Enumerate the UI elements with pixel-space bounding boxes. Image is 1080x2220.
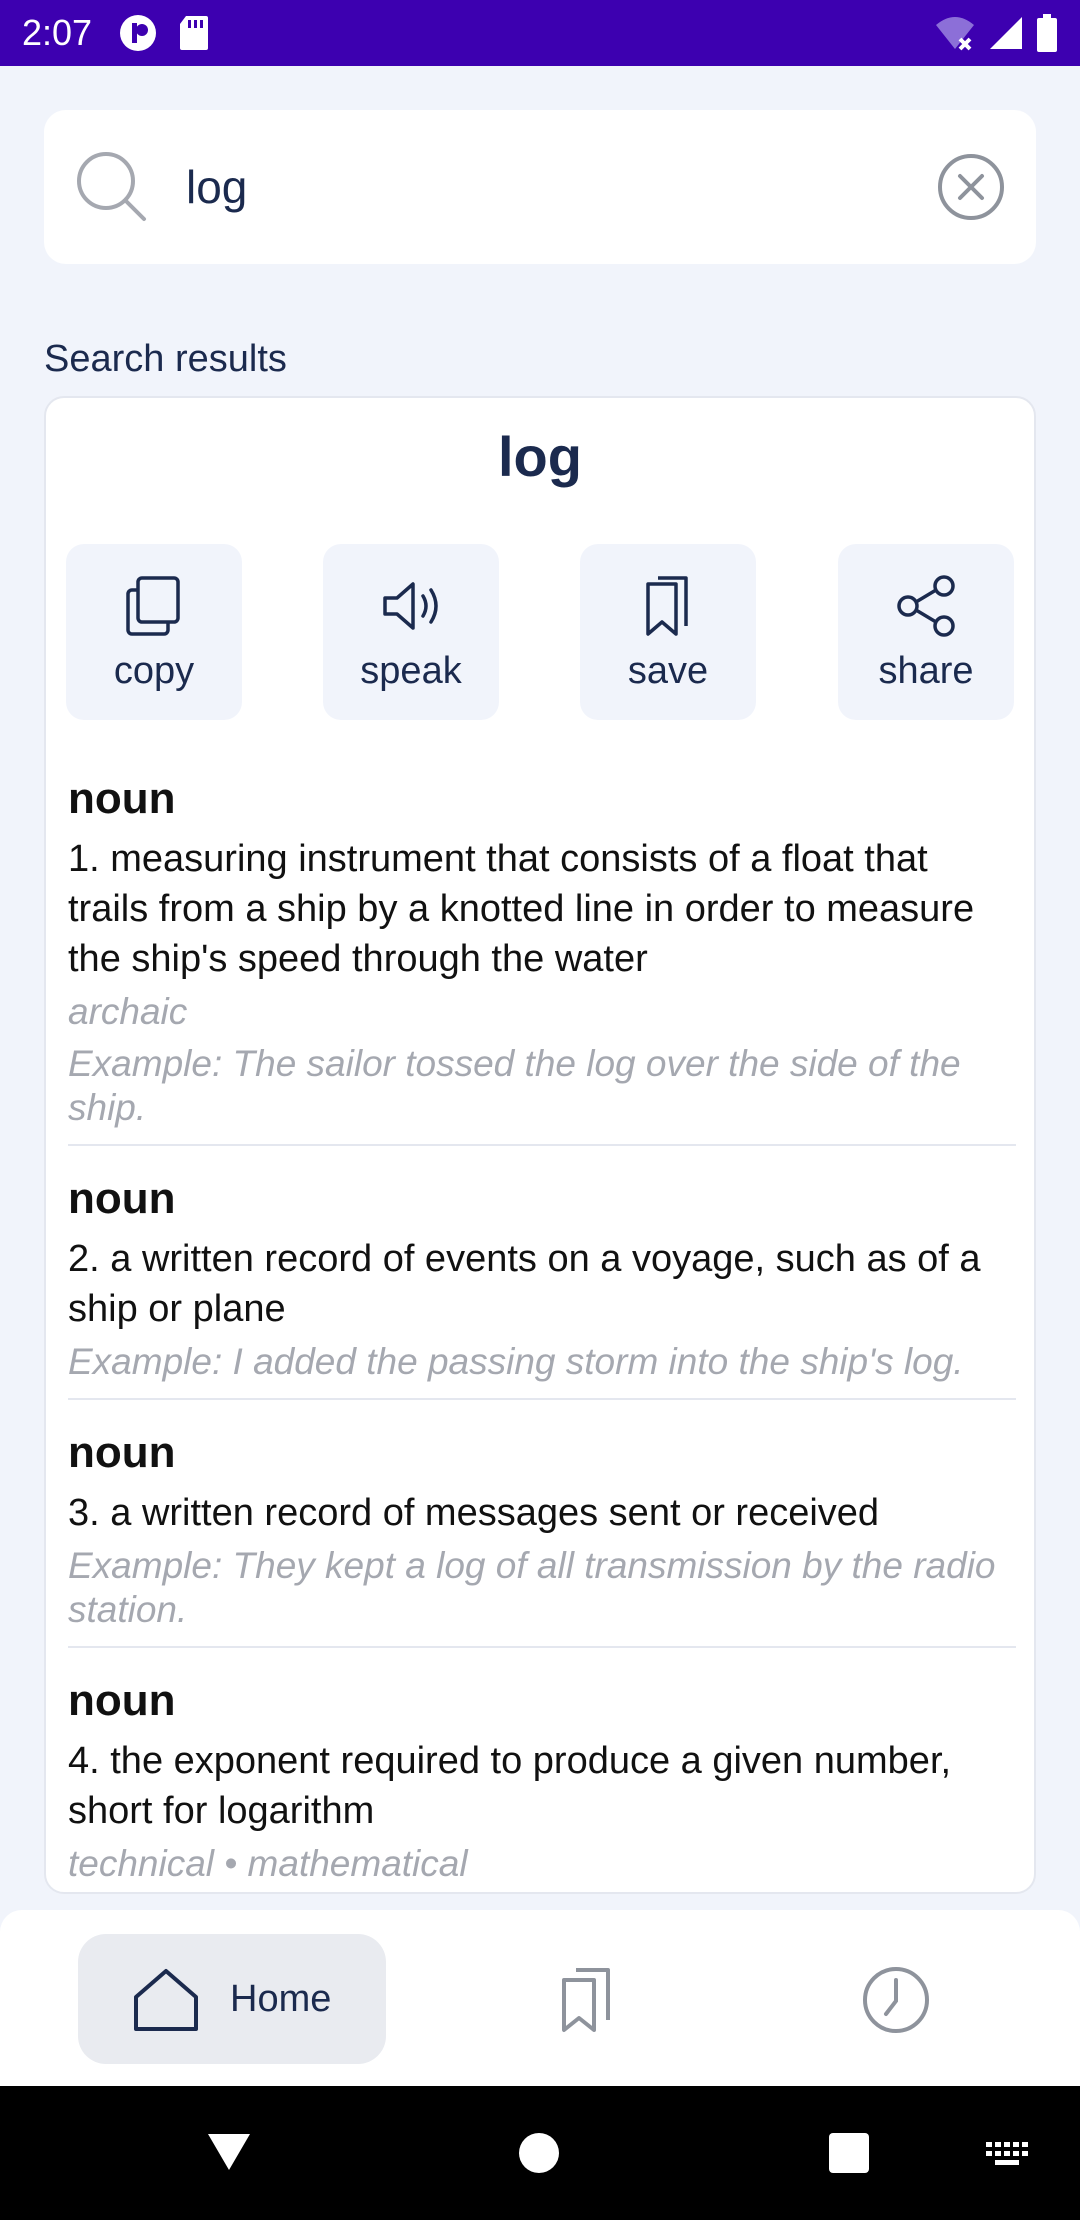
definitions-list: noun 1. measuring instrument that consis… bbox=[68, 772, 1016, 1892]
history-icon[interactable] bbox=[860, 1964, 932, 2036]
definition-text: 2. a written record of events on a voyag… bbox=[68, 1238, 981, 1330]
search-results-heading: Search results bbox=[44, 338, 287, 380]
recents-icon[interactable] bbox=[828, 2132, 870, 2174]
nav-home-tab[interactable]: Home bbox=[78, 1934, 386, 2064]
battery-icon bbox=[1037, 14, 1057, 52]
search-bar[interactable]: log bbox=[44, 110, 1036, 264]
example-text: Example: The sailor tossed the log over … bbox=[68, 1043, 961, 1128]
share-label: share bbox=[878, 649, 974, 692]
home-icon bbox=[134, 1969, 198, 2031]
definition-item: noun 4. the exponent required to produce… bbox=[68, 1674, 1016, 1892]
part-of-speech: noun bbox=[68, 1428, 176, 1477]
definition-text: 4. the exponent required to produce a gi… bbox=[68, 1740, 952, 1832]
definition-text: 1. measuring instrument that consists of… bbox=[68, 838, 975, 980]
bookmark-icon bbox=[646, 575, 688, 636]
part-of-speech: noun bbox=[68, 1676, 176, 1725]
part-of-speech: noun bbox=[68, 1174, 176, 1223]
search-icon bbox=[77, 152, 146, 221]
copy-button[interactable]: copy bbox=[66, 544, 242, 720]
copy-label: copy bbox=[113, 649, 195, 692]
clear-search-icon[interactable] bbox=[936, 152, 1006, 222]
result-word: log bbox=[498, 425, 582, 488]
keyboard-icon[interactable] bbox=[984, 2140, 1030, 2168]
example-text: Example: They kept a log of all transmis… bbox=[68, 1545, 996, 1630]
speak-label: speak bbox=[360, 649, 462, 692]
search-input[interactable]: log bbox=[186, 160, 936, 214]
home-button-icon[interactable] bbox=[518, 2132, 560, 2174]
app-notification-icon bbox=[120, 15, 157, 51]
status-bar: 2:07 bbox=[0, 0, 1080, 66]
definition-item: noun 3. a written record of messages sen… bbox=[68, 1426, 1016, 1648]
speak-button[interactable]: speak bbox=[323, 544, 499, 720]
sd-card-icon bbox=[180, 16, 209, 50]
share-icon bbox=[897, 574, 955, 637]
status-time: 2:07 bbox=[22, 12, 93, 53]
result-card: log copy speak save share noun 1. measur… bbox=[44, 396, 1036, 1894]
copy-icon bbox=[126, 575, 180, 636]
speaker-icon bbox=[383, 581, 438, 630]
share-button[interactable]: share bbox=[838, 544, 1014, 720]
wifi-off-icon bbox=[936, 17, 974, 51]
back-icon[interactable] bbox=[206, 2132, 252, 2172]
definition-text: 3. a written record of messages sent or … bbox=[68, 1492, 880, 1534]
definition-item: noun 1. measuring instrument that consis… bbox=[68, 772, 1016, 1146]
signal-icon bbox=[990, 17, 1022, 49]
example-text: Example: I added the passing storm into … bbox=[68, 1341, 964, 1382]
bottom-navigation: Home bbox=[0, 1910, 1080, 2086]
definition-item: noun 2. a written record of events on a … bbox=[68, 1172, 1016, 1400]
usage-label: archaic bbox=[68, 991, 188, 1032]
nav-home-label: Home bbox=[230, 1977, 332, 2020]
save-label: save bbox=[627, 649, 709, 692]
save-button[interactable]: save bbox=[580, 544, 756, 720]
system-navigation-bar bbox=[0, 2086, 1080, 2220]
part-of-speech: noun bbox=[68, 774, 176, 823]
usage-label: technical • mathematical bbox=[68, 1843, 468, 1884]
result-actions: copy speak save share bbox=[66, 544, 1016, 720]
bookmarks-icon[interactable] bbox=[554, 1964, 624, 2034]
